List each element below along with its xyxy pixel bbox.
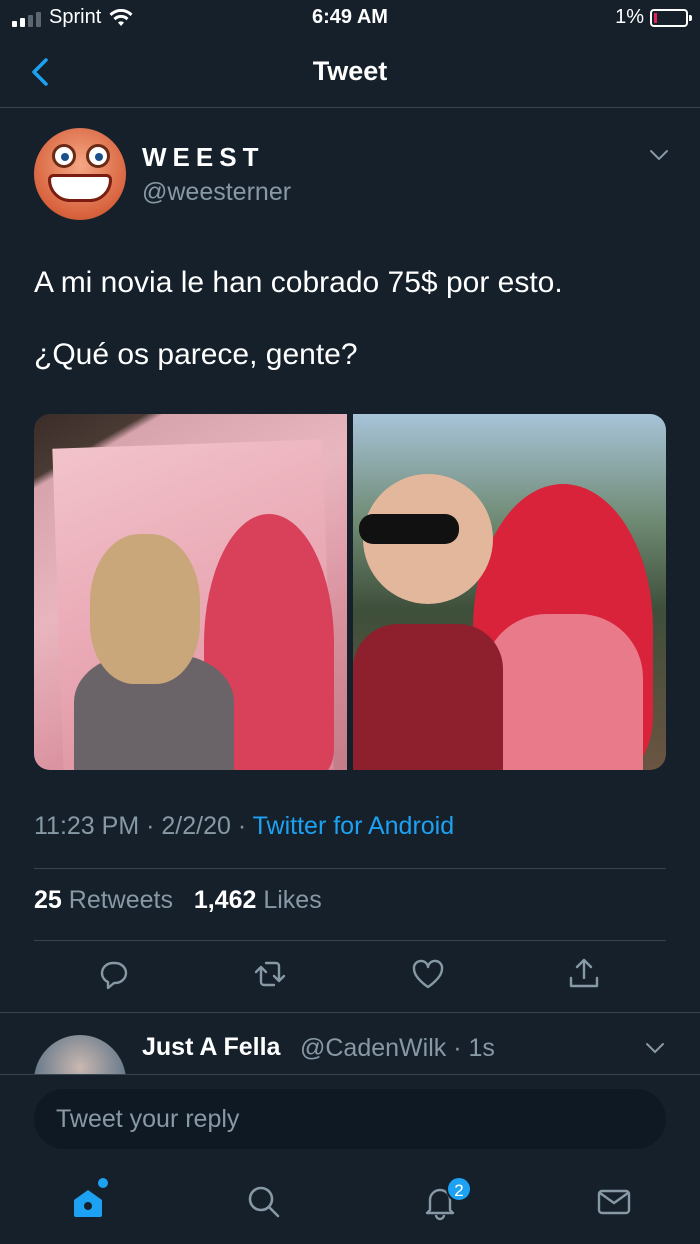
retweets-label: Retweets	[68, 886, 173, 914]
share-icon	[569, 958, 599, 988]
media-image-photo[interactable]	[353, 414, 666, 770]
retweet-button[interactable]	[252, 956, 288, 992]
notifications-badge: 2	[446, 1176, 472, 1202]
bottom-tab-bar: 2	[0, 1164, 700, 1244]
tweet-source-link[interactable]: Twitter for Android	[253, 812, 454, 840]
mail-icon	[597, 1189, 631, 1215]
tweet-author: WEEST @weesterner	[34, 128, 674, 224]
reply-preview[interactable]: Just A Fella @CadenWilk · 1s	[0, 1012, 700, 1074]
clock: 6:49 AM	[312, 6, 388, 28]
battery-icon	[650, 8, 692, 27]
share-button[interactable]	[566, 956, 602, 992]
home-icon	[74, 1190, 102, 1217]
reply-age: 1s	[468, 1034, 495, 1062]
top-nav: Tweet	[0, 36, 700, 108]
author-handle[interactable]: @weesterner	[142, 178, 291, 207]
tab-messages[interactable]	[594, 1182, 634, 1222]
retweets-stat[interactable]: 25 Retweets	[34, 886, 173, 914]
reply-avatar[interactable]	[34, 1035, 126, 1074]
tweet-meta: 11:23 PM · 2/2/20 · Twitter for Android	[34, 812, 455, 840]
reply-menu-button[interactable]	[644, 1037, 666, 1059]
tab-search[interactable]	[244, 1182, 284, 1222]
divider	[34, 940, 666, 941]
likes-stat[interactable]: 1,462 Likes	[194, 886, 322, 914]
divider	[34, 868, 666, 869]
chevron-down-icon	[646, 1043, 664, 1054]
reply-author-handle: @CadenWilk	[300, 1034, 447, 1062]
search-icon	[248, 1186, 280, 1218]
battery-percent: 1%	[615, 6, 644, 28]
tweet-menu-button[interactable]	[648, 144, 670, 166]
tweet-time: 11:23 PM	[34, 812, 140, 840]
heart-icon	[412, 959, 444, 989]
new-content-dot	[98, 1178, 108, 1188]
tweet-actions	[0, 956, 700, 1000]
reply-author-name[interactable]: Just A Fella	[142, 1033, 280, 1062]
reply-composer	[0, 1074, 700, 1164]
battery-info: 1%	[615, 6, 692, 29]
media-image-drawing[interactable]	[34, 414, 347, 770]
likes-label: Likes	[263, 886, 322, 914]
likes-count: 1,462	[193, 886, 257, 914]
chevron-down-icon	[650, 150, 668, 161]
reply-input[interactable]	[34, 1089, 666, 1149]
tweet-text-line2: ¿Qué os parece, gente?	[34, 338, 358, 371]
avatar[interactable]	[34, 128, 126, 220]
page-title: Tweet	[312, 56, 388, 86]
author-name[interactable]: WEEST	[142, 142, 264, 173]
tweet-stats: 25 Retweets 1,462 Likes	[34, 886, 322, 915]
like-button[interactable]	[410, 956, 446, 992]
retweets-count: 25	[34, 886, 62, 914]
tab-home[interactable]	[68, 1182, 108, 1222]
reply-icon	[100, 961, 128, 990]
tweet-media	[34, 414, 666, 770]
retweet-icon	[254, 961, 286, 987]
reply-button[interactable]	[96, 956, 132, 992]
reply-meta: @CadenWilk · 1s	[300, 1034, 495, 1062]
tweet-date: 2/2/20	[161, 812, 231, 840]
tweet-text-line1: A mi novia le han cobrado 75$ por esto.	[34, 266, 563, 299]
status-bar: Sprint 6:49 AM 1%	[0, 0, 700, 36]
